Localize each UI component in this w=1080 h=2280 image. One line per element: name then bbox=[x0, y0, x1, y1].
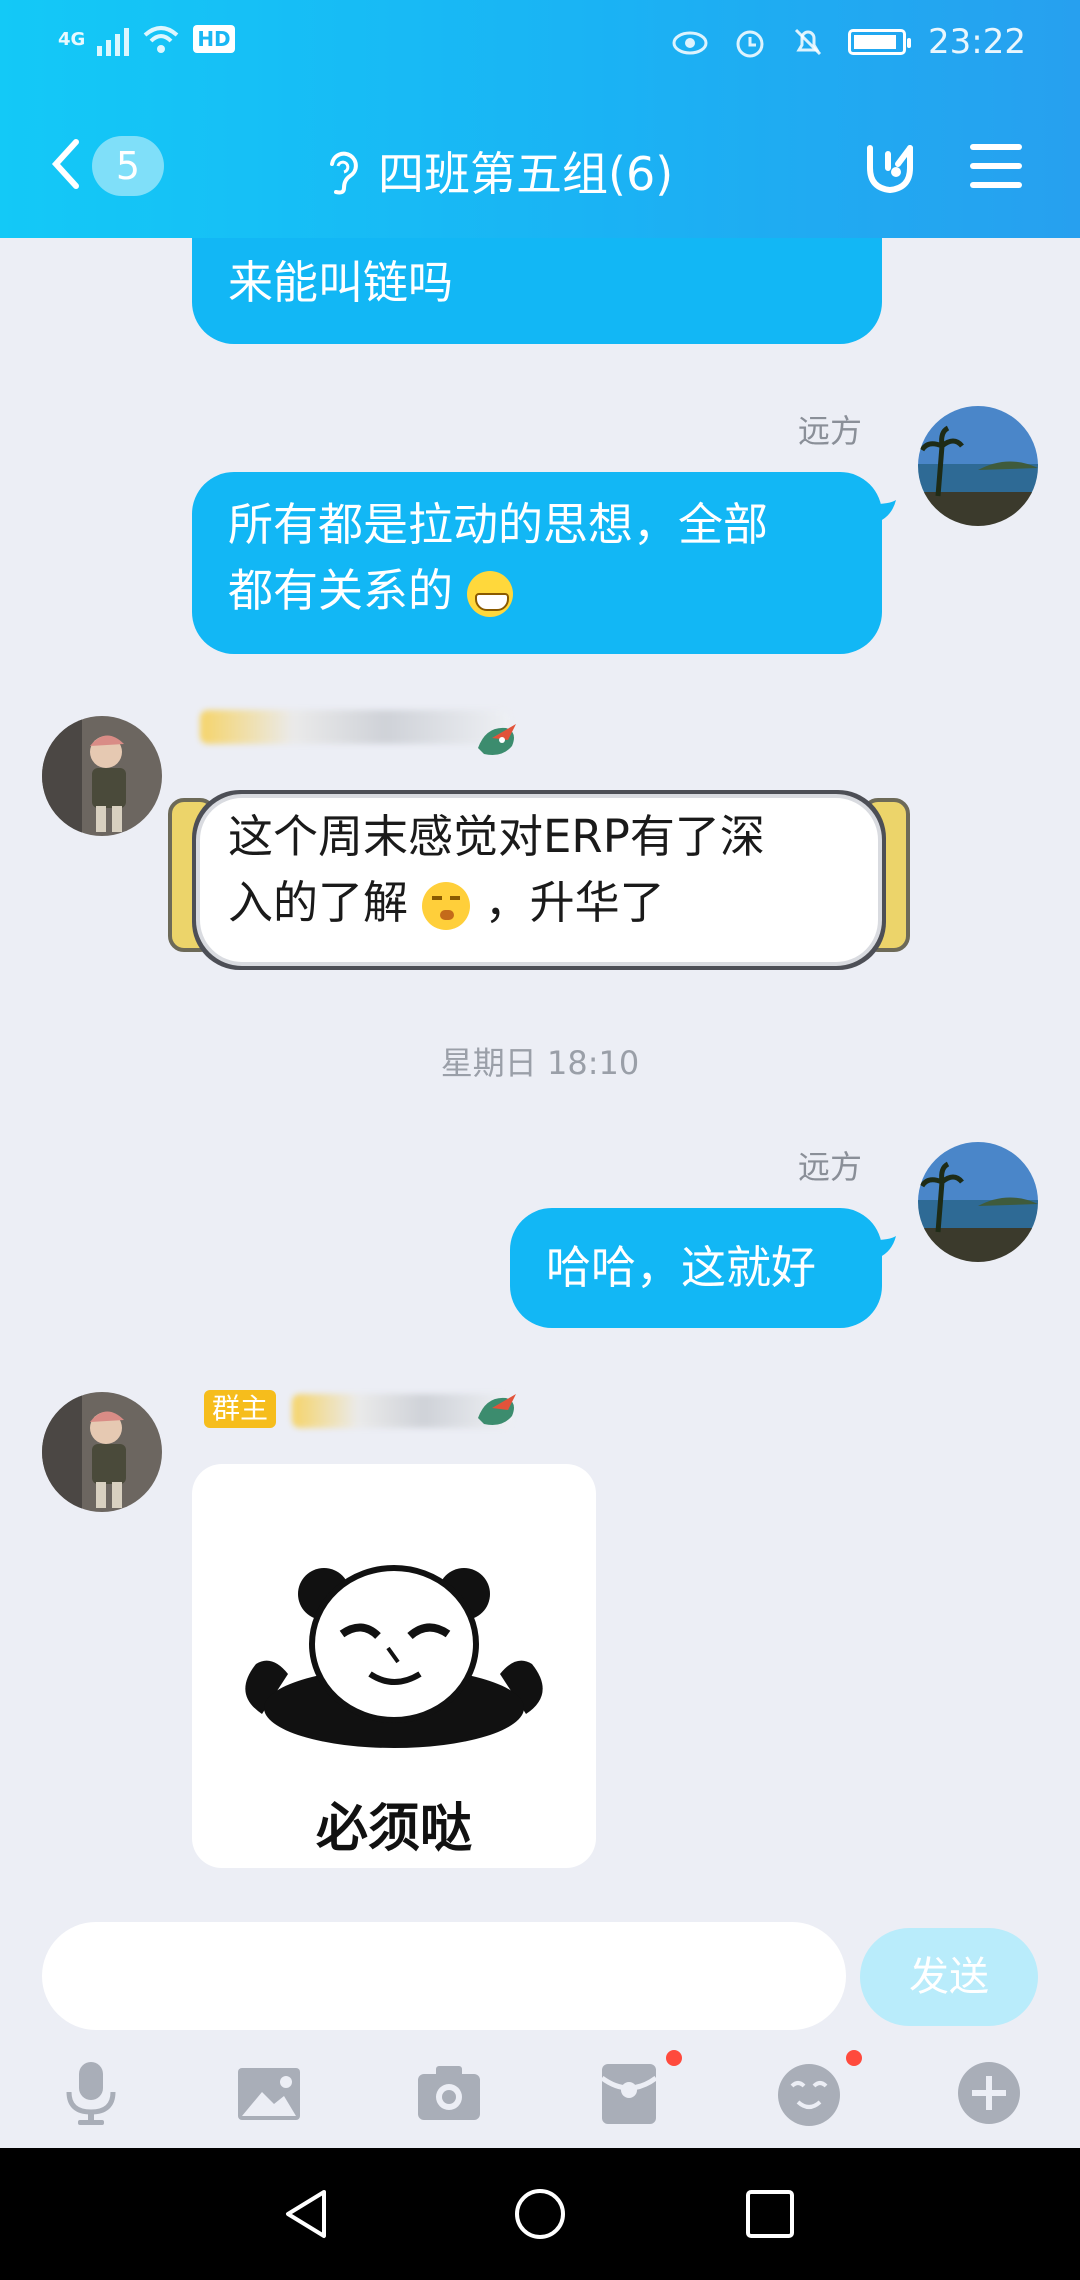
message-bubble-outgoing[interactable]: 所有都是拉动的思想，全部 都有关系的 bbox=[192, 472, 882, 654]
system-back-icon[interactable] bbox=[280, 2186, 336, 2242]
alarm-icon bbox=[736, 30, 764, 58]
send-button[interactable]: 发送 bbox=[860, 1928, 1038, 2026]
status-bar: 4G HD 23:22 bbox=[0, 0, 1080, 90]
kid-avatar-image bbox=[42, 716, 162, 836]
avatar-member[interactable] bbox=[42, 1392, 162, 1512]
chat-title: 四班第五组(6) bbox=[378, 147, 674, 201]
title-bar: 5 四班第五组(6) bbox=[0, 122, 1080, 212]
kid-avatar-image bbox=[42, 1392, 162, 1512]
eye-icon bbox=[672, 31, 708, 55]
sender-name: 远方 bbox=[798, 412, 863, 450]
system-home-icon[interactable] bbox=[512, 2186, 568, 2242]
menu-icon[interactable] bbox=[968, 138, 1024, 194]
sticker-caption: 必须哒 bbox=[315, 1799, 472, 1859]
bubble-tail bbox=[874, 500, 896, 522]
emoji-icon[interactable] bbox=[774, 2058, 844, 2128]
hand-gesture-icon[interactable] bbox=[858, 134, 922, 198]
input-bar: 发送 bbox=[0, 1908, 1080, 2148]
system-navigation-bar bbox=[0, 2148, 1080, 2280]
bubble-tail bbox=[874, 1236, 896, 1258]
landscape-avatar-image bbox=[918, 406, 1038, 526]
dragon-badge-icon bbox=[478, 1394, 516, 1425]
back-icon[interactable] bbox=[48, 136, 84, 192]
message-bubble-incoming[interactable]: 这个周末感觉对ERP有了深 入的了解 ，升华了 bbox=[228, 804, 868, 936]
message-text: 来能叫链吗 bbox=[228, 256, 454, 309]
message-text: 管理，什么叫做链，不用起 bbox=[228, 238, 882, 250]
message-text: 入的了解 bbox=[228, 876, 409, 929]
sender-name-blurred bbox=[200, 710, 510, 744]
clock: 23:22 bbox=[928, 22, 1026, 62]
message-text: 哈哈，这就好 bbox=[546, 1241, 817, 1294]
avatar-self[interactable] bbox=[918, 406, 1038, 526]
group-owner-badge: 群主 bbox=[204, 1390, 277, 1428]
message-bubble-outgoing[interactable]: 哈哈，这就好 bbox=[510, 1208, 882, 1328]
grin-emoji-icon bbox=[467, 571, 514, 617]
avatar-self[interactable] bbox=[918, 1142, 1038, 1262]
red-packet-icon[interactable] bbox=[594, 2058, 664, 2128]
red-packet-notification-dot bbox=[666, 2050, 682, 2066]
wifi-icon bbox=[143, 26, 179, 53]
mute-bell-icon bbox=[794, 28, 822, 56]
message-bubble-outgoing[interactable]: 管理，什么叫做链，不用起 来能叫链吗 bbox=[192, 238, 882, 344]
image-icon[interactable] bbox=[234, 2058, 304, 2128]
top-bar: 4G HD 23:22 5 四班第五组(6) bbox=[0, 0, 1080, 238]
avatar-member[interactable] bbox=[42, 716, 162, 836]
camera-icon[interactable] bbox=[414, 2058, 484, 2128]
network-type: 4G bbox=[58, 28, 86, 50]
message-text: 这个周末感觉对ERP有了深 bbox=[228, 810, 765, 863]
signal-icon bbox=[97, 22, 130, 56]
chat-title-group[interactable]: 四班第五组(6) bbox=[320, 138, 673, 204]
hd-badge: HD bbox=[193, 25, 235, 53]
panda-meme-sticker bbox=[245, 1565, 543, 1748]
landscape-avatar-image bbox=[918, 1142, 1038, 1262]
smirk-emoji-icon bbox=[422, 882, 471, 930]
message-text: 所有都是拉动的思想，全部 bbox=[228, 498, 769, 551]
system-recents-icon[interactable] bbox=[742, 2186, 798, 2242]
message-text: 都有关系的 bbox=[228, 564, 454, 617]
unread-count-badge[interactable]: 5 bbox=[92, 136, 164, 196]
plus-icon[interactable] bbox=[954, 2058, 1024, 2128]
emoji-notification-dot bbox=[846, 2050, 862, 2066]
chat-messages[interactable]: 管理，什么叫做链，不用起 来能叫链吗 远方 所有都是拉动的思想，全部 都有关系的 bbox=[0, 238, 1080, 1908]
message-input[interactable] bbox=[42, 1922, 846, 2030]
timestamp: 星期日 18:10 bbox=[440, 1044, 640, 1082]
message-text: ，升华了 bbox=[484, 876, 665, 929]
battery-icon bbox=[848, 29, 912, 55]
dragon-badge-icon bbox=[478, 724, 516, 755]
sticker-message[interactable]: 必须哒 bbox=[192, 1464, 596, 1868]
ear-icon bbox=[330, 151, 358, 195]
sender-name: 远方 bbox=[798, 1148, 863, 1186]
microphone-icon[interactable] bbox=[56, 2058, 126, 2128]
